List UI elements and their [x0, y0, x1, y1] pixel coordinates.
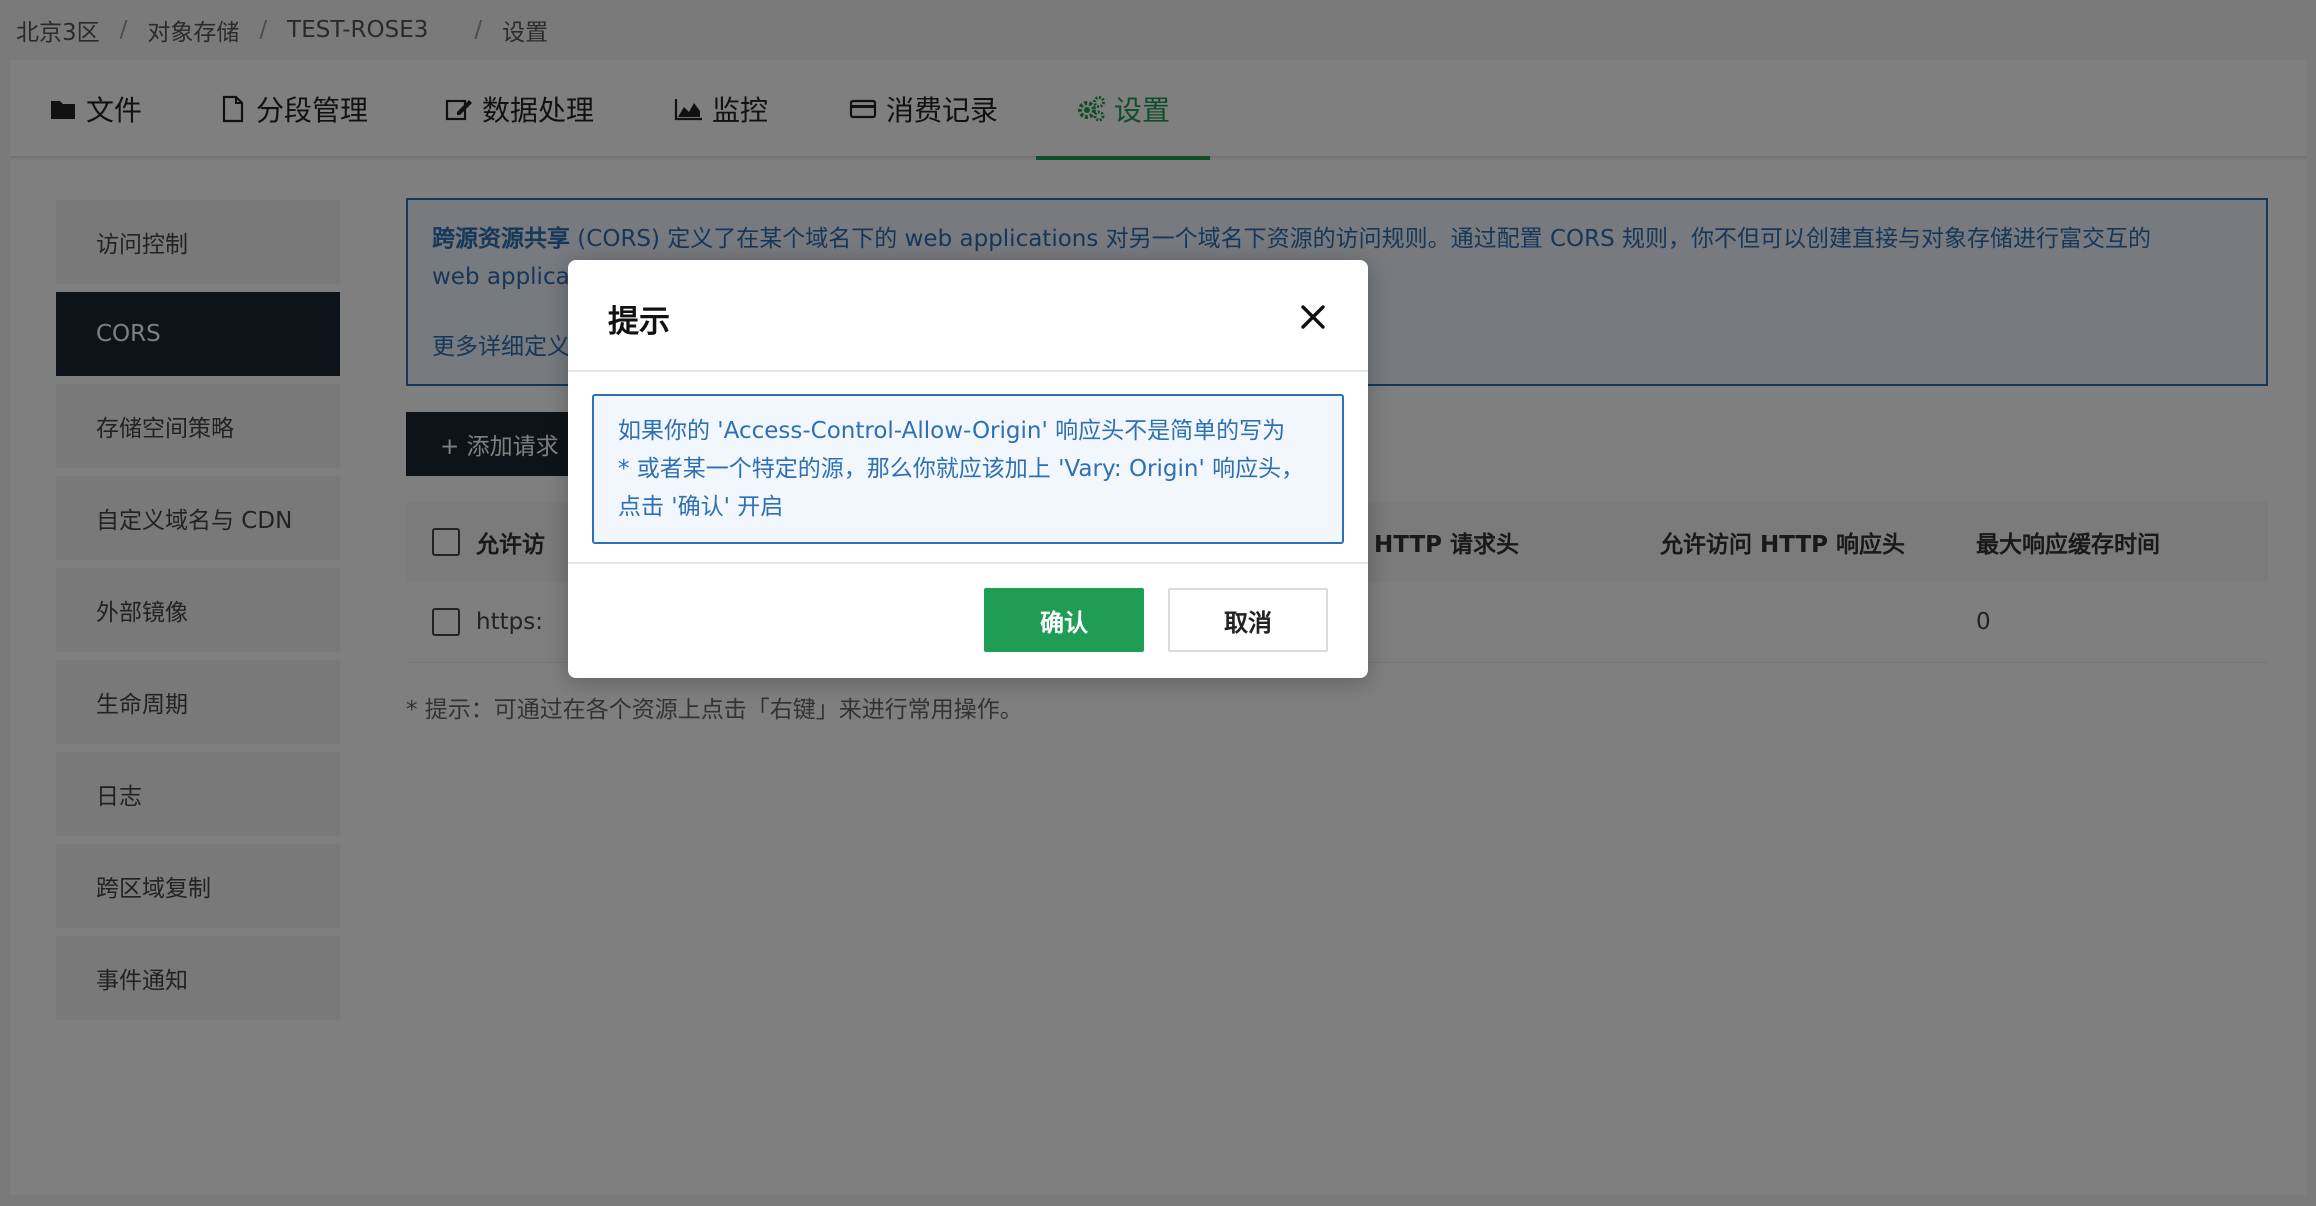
dialog-message: 如果你的 'Access-Control-Allow-Origin' 响应头不是… — [592, 394, 1344, 544]
close-icon[interactable] — [1298, 302, 1328, 332]
dialog-message-line: 点击 '确认' 开启 — [618, 494, 784, 520]
dialog-title: 提示 — [608, 304, 670, 340]
app-root: 北京3区 / 对象存储 / TEST-ROSE3 / 设置 文件 分段管理 数据… — [0, 0, 2316, 1206]
confirm-button[interactable]: 确认 — [984, 588, 1144, 652]
confirm-dialog: 提示 如果你的 'Access-Control-Allow-Origin' 响应… — [568, 260, 1368, 678]
dialog-message-line: 如果你的 'Access-Control-Allow-Origin' 响应头不是… — [618, 418, 1286, 444]
dialog-footer: 确认 取消 — [568, 562, 1368, 678]
cancel-button[interactable]: 取消 — [1168, 588, 1328, 652]
dialog-header: 提示 — [568, 260, 1368, 372]
dialog-message-line: * 或者某一个特定的源，那么你就应该加上 'Vary: Origin' 响应头， — [618, 456, 1305, 482]
